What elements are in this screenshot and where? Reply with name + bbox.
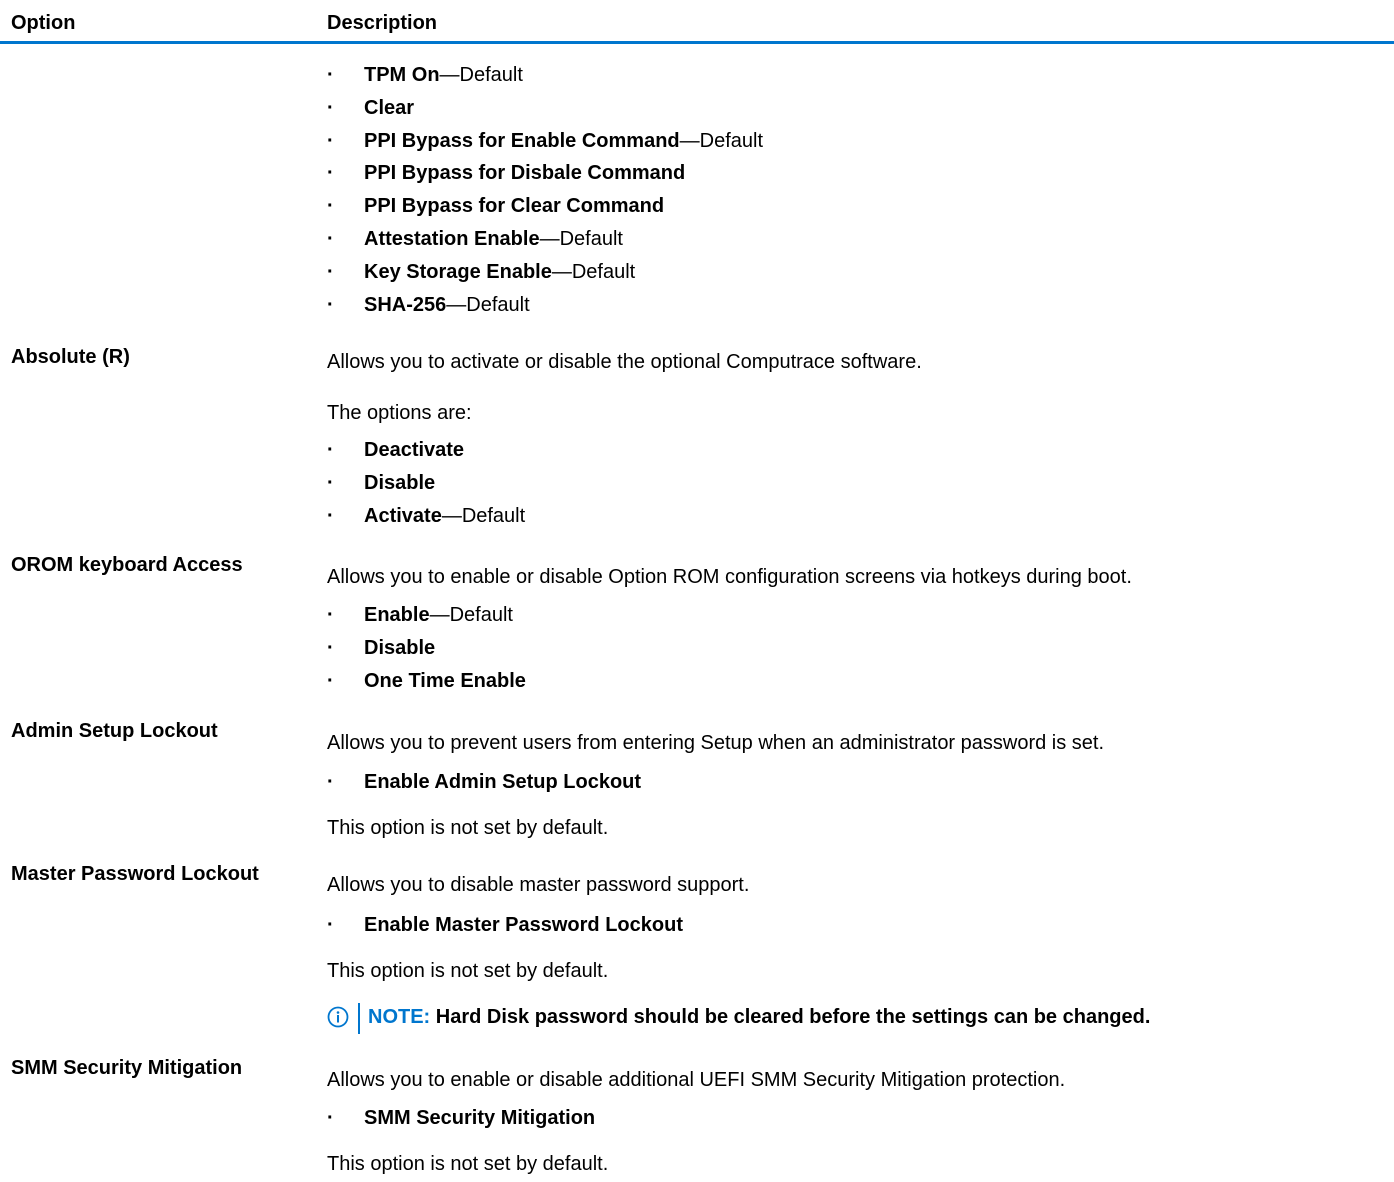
option-description: Allows you to disable master password su… [327, 874, 750, 896]
info-icon [327, 1006, 349, 1028]
default-marker: —Default [539, 227, 623, 250]
default-marker: —Default [429, 604, 513, 626]
option-description: Allows you to enable or disable Option R… [327, 566, 1132, 588]
default-note: This option is not set by default. [327, 817, 609, 839]
option-value: SHA-256 [364, 293, 447, 316]
option-label-orom: OROM keyboard Access [11, 554, 243, 576]
option-label-admin-setup-lockout: Admin Setup Lockout [11, 720, 218, 742]
default-marker: —Default [439, 64, 523, 86]
bullet-icon: · [327, 771, 334, 793]
default-marker: —Default [551, 260, 636, 283]
note-text: Hard Disk password should be cleared bef… [430, 1006, 1151, 1028]
option-label-absolute: Absolute (R) [11, 346, 130, 368]
option-description: Allows you to enable or disable addition… [327, 1069, 1066, 1091]
default-marker: —Default [679, 129, 764, 152]
note-text-wrapper: NOTE: Hard Disk password should be clear… [368, 1005, 1150, 1029]
option-value: Activate [364, 504, 442, 527]
option-value: Clear [364, 96, 415, 119]
bullet-icon: · [327, 669, 334, 692]
bullet-icon: · [327, 471, 334, 494]
option-label-smm-security-mitigation: SMM Security Mitigation [11, 1057, 243, 1079]
option-description: Allows you to prevent users from enterin… [327, 732, 1105, 754]
bullet-icon: · [327, 64, 334, 86]
bullet-icon: · [327, 914, 334, 936]
bullet-icon: · [327, 162, 334, 185]
option-value: Enable Admin Setup Lockout [364, 771, 642, 793]
option-value: Disable [364, 471, 436, 494]
option-column-header: Option [11, 12, 76, 34]
bullet-icon: · [327, 129, 334, 152]
bullet-icon: · [327, 604, 334, 626]
bullet-icon: · [327, 227, 334, 250]
default-marker: —Default [441, 504, 526, 527]
option-value: SMM Security Mitigation [364, 1107, 596, 1129]
option-value: PPI Bypass for Clear Command [364, 195, 665, 218]
options-intro: The options are: [327, 402, 472, 424]
bullet-icon: · [327, 636, 334, 659]
default-note: This option is not set by default. [327, 1153, 609, 1175]
bullet-icon: · [327, 504, 334, 527]
option-value: Enable Master Password Lockout [364, 914, 683, 936]
option-value: Disable [364, 636, 436, 659]
note-divider [358, 1003, 360, 1034]
note-label: NOTE: [368, 1006, 431, 1028]
option-value: PPI Bypass for Enable Command [364, 129, 680, 152]
option-value: Deactivate [364, 439, 465, 461]
default-marker: —Default [446, 293, 530, 316]
option-description: Allows you to activate or disable the op… [327, 351, 922, 373]
option-value: TPM On [364, 64, 440, 86]
option-label-master-password-lockout: Master Password Lockout [11, 863, 259, 885]
option-value: Attestation Enable [364, 227, 540, 250]
default-note: This option is not set by default. [327, 960, 609, 982]
option-value: Enable [364, 604, 430, 626]
bullet-icon: · [327, 195, 334, 218]
bullet-icon: · [327, 260, 334, 283]
option-value: PPI Bypass for Disbale Command [364, 162, 686, 185]
bullet-icon: · [327, 439, 334, 461]
option-value: Key Storage Enable [364, 260, 552, 283]
bullet-icon: · [327, 293, 334, 316]
bullet-icon: · [327, 1107, 334, 1129]
table-header: Option Description [0, 0, 1394, 44]
bullet-icon: · [327, 96, 334, 119]
description-column-header: Description [327, 12, 438, 34]
option-value: One Time Enable [364, 669, 526, 692]
